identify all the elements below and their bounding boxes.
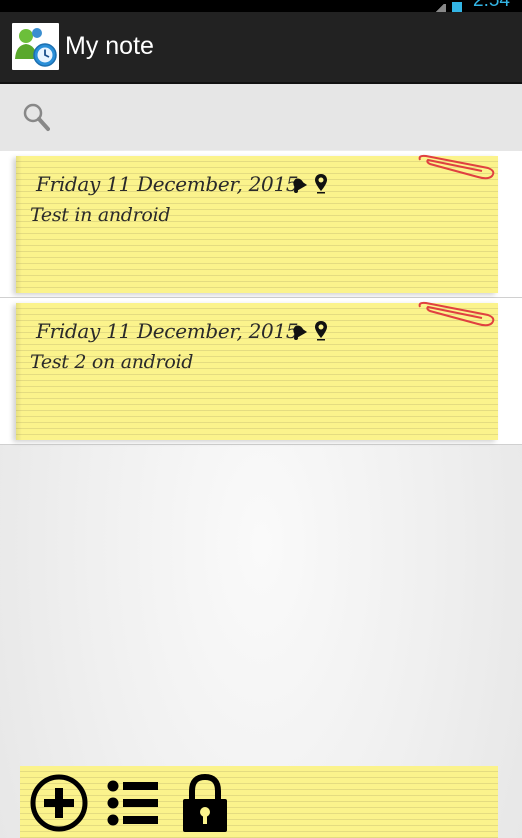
note-list-item[interactable]: Friday 11 December, 2015 Test in android bbox=[0, 151, 522, 298]
status-bar: 2:54 bbox=[0, 0, 522, 12]
note-text: Test 2 on android bbox=[30, 351, 194, 373]
location-pin-icon bbox=[315, 174, 327, 194]
bottom-toolbar bbox=[20, 766, 498, 838]
note-card[interactable]: Friday 11 December, 2015 Test 2 on andro… bbox=[16, 301, 498, 440]
battery-icon bbox=[452, 2, 462, 12]
note-date: Friday 11 December, 2015 bbox=[36, 319, 299, 343]
list-icon[interactable] bbox=[107, 780, 159, 826]
status-icons bbox=[434, 0, 462, 12]
alarm-icon bbox=[293, 178, 308, 193]
paperclip-icon bbox=[418, 301, 495, 327]
search-bar[interactable] bbox=[0, 84, 522, 150]
add-icon[interactable] bbox=[30, 774, 88, 832]
app-title: My note bbox=[65, 32, 154, 60]
note-date: Friday 11 December, 2015 bbox=[36, 172, 299, 196]
app-logo-icon[interactable] bbox=[12, 23, 59, 70]
action-bar: My note bbox=[0, 12, 522, 84]
location-pin-icon bbox=[315, 321, 327, 341]
note-text: Test in android bbox=[30, 204, 171, 226]
alarm-icon bbox=[293, 325, 308, 340]
signal-icon bbox=[434, 4, 446, 12]
paperclip-icon bbox=[418, 154, 495, 180]
search-icon[interactable] bbox=[22, 102, 50, 132]
note-card[interactable]: Friday 11 December, 2015 Test in android bbox=[16, 154, 498, 293]
lock-icon[interactable] bbox=[180, 774, 230, 834]
status-time: 2:54 bbox=[473, 0, 510, 11]
note-list-item[interactable]: Friday 11 December, 2015 Test 2 on andro… bbox=[0, 298, 522, 445]
